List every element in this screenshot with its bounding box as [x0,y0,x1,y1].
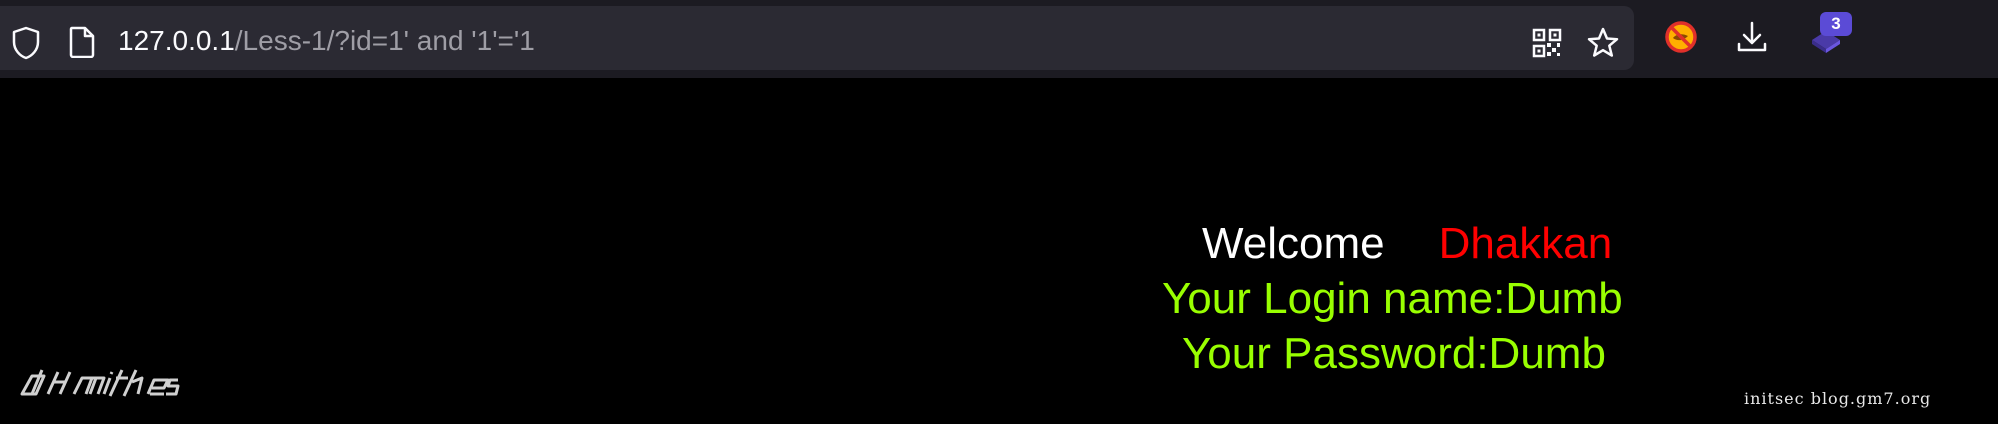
page-content: Welcome Dhakkan Your Login name:Dumb Your… [0,78,1998,424]
url-host: 127.0.0.1 [118,25,235,56]
qr-code-icon[interactable] [1532,28,1562,63]
password-line: Your Password:Dumb [1182,329,1606,378]
welcome-name: Dhakkan [1438,219,1613,268]
dhakkan-logo [18,364,214,409]
blocked-extension-icon[interactable] [1664,20,1698,59]
footer-credit: initsec blog.gm7.org [1744,389,1932,408]
extensions-badge: 3 [1820,12,1852,36]
url-bar[interactable]: 127.0.0.1/Less-1/?id=1' and '1'='1 [0,6,1634,70]
login-name-line: Your Login name:Dumb [1162,274,1623,323]
url-path: /Less-1/?id=1' and '1'='1 [234,25,535,56]
star-icon[interactable] [1586,26,1620,65]
shield-icon[interactable] [10,26,42,65]
welcome-line: Welcome Dhakkan [1202,219,1612,269]
download-icon[interactable] [1736,20,1768,59]
page-icon[interactable] [68,26,96,63]
welcome-word: Welcome [1202,219,1385,268]
browser-toolbar: 127.0.0.1/Less-1/?id=1' and '1'='1 3 [0,0,1998,78]
url-text[interactable]: 127.0.0.1/Less-1/?id=1' and '1'='1 [118,25,535,57]
